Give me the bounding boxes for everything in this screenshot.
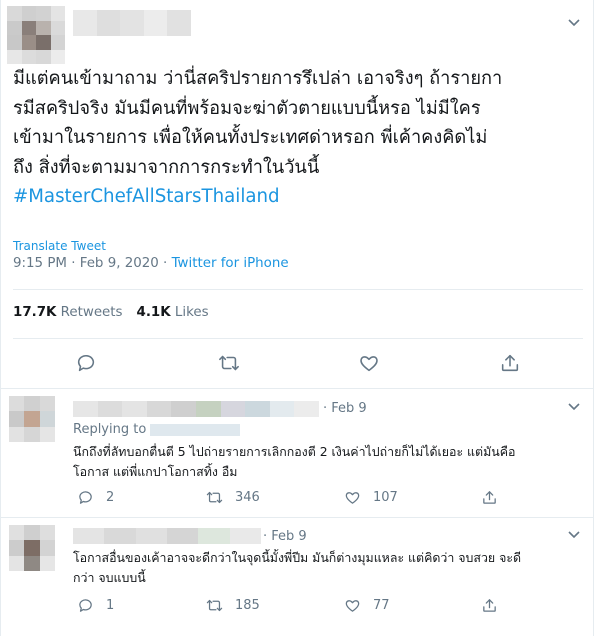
tweet-line: รมีสคริปจริง มันมีคนที่พร้อมจะฆ่าตัวตายแ…: [13, 97, 481, 119]
reply-line: นึกถึงที่ลัทบอกตื่นตี 5 ไปถ่ายรายการเลิก…: [73, 444, 516, 459]
likes-stat[interactable]: 4.1K Likes: [137, 305, 209, 320]
likes-label: Likes: [170, 305, 209, 320]
tweet-line: ถึง สิ่งที่จะตามมาจากการกระทำในวันนี้: [13, 156, 320, 178]
retweets-count: 17.7K: [13, 305, 57, 320]
timestamp[interactable]: 9:15 PM · Feb 9, 2020 ·: [13, 256, 172, 271]
reply-count: 2: [106, 490, 115, 505]
divider: [13, 338, 583, 339]
replying-to-label: Replying to: [73, 422, 147, 437]
like-count: 107: [373, 490, 398, 505]
likes-count: 4.1K: [136, 305, 171, 320]
tweet-meta: 9:15 PM · Feb 9, 2020 · Twitter for iPho…: [13, 256, 289, 271]
reply-icon: [79, 491, 92, 504]
replying-to: Replying to: [73, 422, 241, 437]
like-icon[interactable]: [358, 352, 380, 374]
chevron-down-icon[interactable]: [567, 18, 581, 28]
retweet-button[interactable]: 346: [206, 489, 260, 506]
reply-icon[interactable]: [75, 352, 97, 374]
share-icon: [483, 599, 496, 612]
reply-line: โอกาส แต่พี่แกปาโอกาสทิ้ง อืม: [73, 464, 238, 479]
retweet-count: 346: [235, 490, 260, 505]
reply-avatar[interactable]: [9, 525, 55, 571]
share-button[interactable]: [481, 597, 510, 614]
tweet-text: มีแต่คนเข้ามาถาม ว่านี่สคริปรายการรึเปล่…: [13, 64, 587, 212]
chevron-down-icon[interactable]: [567, 530, 581, 540]
reply-text: โอกาสอื่นของเค้าอาจจะดีกว่าในจุดนี้มั้งพ…: [73, 548, 521, 588]
reply-icon: [79, 599, 92, 612]
retweet-icon[interactable]: [218, 352, 240, 374]
reply-line: กว่า จบแบบนี้: [73, 570, 146, 585]
reply-author-blurred[interactable]: [73, 401, 319, 417]
reply-avatar[interactable]: [9, 396, 55, 442]
chevron-down-icon[interactable]: [567, 402, 581, 412]
like-count: 77: [373, 598, 390, 613]
replying-to-handle[interactable]: [150, 423, 241, 436]
reply-timestamp[interactable]: · Feb 9: [263, 529, 307, 544]
divider: [1, 388, 594, 389]
share-icon[interactable]: [499, 352, 521, 374]
translate-tweet-link[interactable]: Translate Tweet: [13, 239, 106, 253]
like-icon: [345, 600, 360, 612]
tweet-line: เข้ามาในรายการ เพื่อให้คนทั้งประเทศด่าหร…: [13, 127, 488, 148]
retweets-stat[interactable]: 17.7K Retweets: [13, 305, 123, 320]
hashtag-link[interactable]: #MasterChefAllStarsThailand: [13, 182, 587, 212]
retweet-icon: [206, 599, 223, 612]
like-icon: [345, 492, 360, 504]
tweet-stats: 17.7K Retweets 4.1K Likes: [13, 305, 209, 320]
retweet-count: 185: [235, 598, 260, 613]
share-icon: [483, 491, 496, 504]
like-button[interactable]: 77: [344, 597, 390, 614]
avatar[interactable]: [7, 6, 65, 64]
retweet-icon: [206, 491, 223, 504]
reply-button[interactable]: 2: [77, 489, 114, 506]
author-name-blurred[interactable]: [73, 10, 191, 36]
source-link[interactable]: Twitter for iPhone: [172, 256, 289, 271]
retweet-button[interactable]: 185: [206, 597, 260, 614]
reply-line: โอกาสอื่นของเค้าอาจจะดีกว่าในจุดนี้มั้งพ…: [73, 550, 522, 565]
retweets-label: Retweets: [56, 305, 123, 320]
tweet-line: มีแต่คนเข้ามาถาม ว่านี่สคริปรายการรึเปล่…: [13, 68, 503, 89]
reply-button[interactable]: 1: [77, 597, 114, 614]
reply-timestamp[interactable]: · Feb 9: [323, 401, 367, 416]
reply-text: นึกถึงที่ลัทบอกตื่นตี 5 ไปถ่ายรายการเลิก…: [73, 442, 515, 482]
tweet-thread: มีแต่คนเข้ามาถาม ว่านี่สคริปรายการรึเปล่…: [0, 0, 594, 636]
divider: [1, 517, 594, 518]
reply-count: 1: [106, 598, 115, 613]
reply-author-blurred[interactable]: [73, 528, 261, 544]
divider: [13, 289, 583, 290]
share-button[interactable]: [481, 489, 510, 506]
like-button[interactable]: 107: [344, 489, 398, 506]
